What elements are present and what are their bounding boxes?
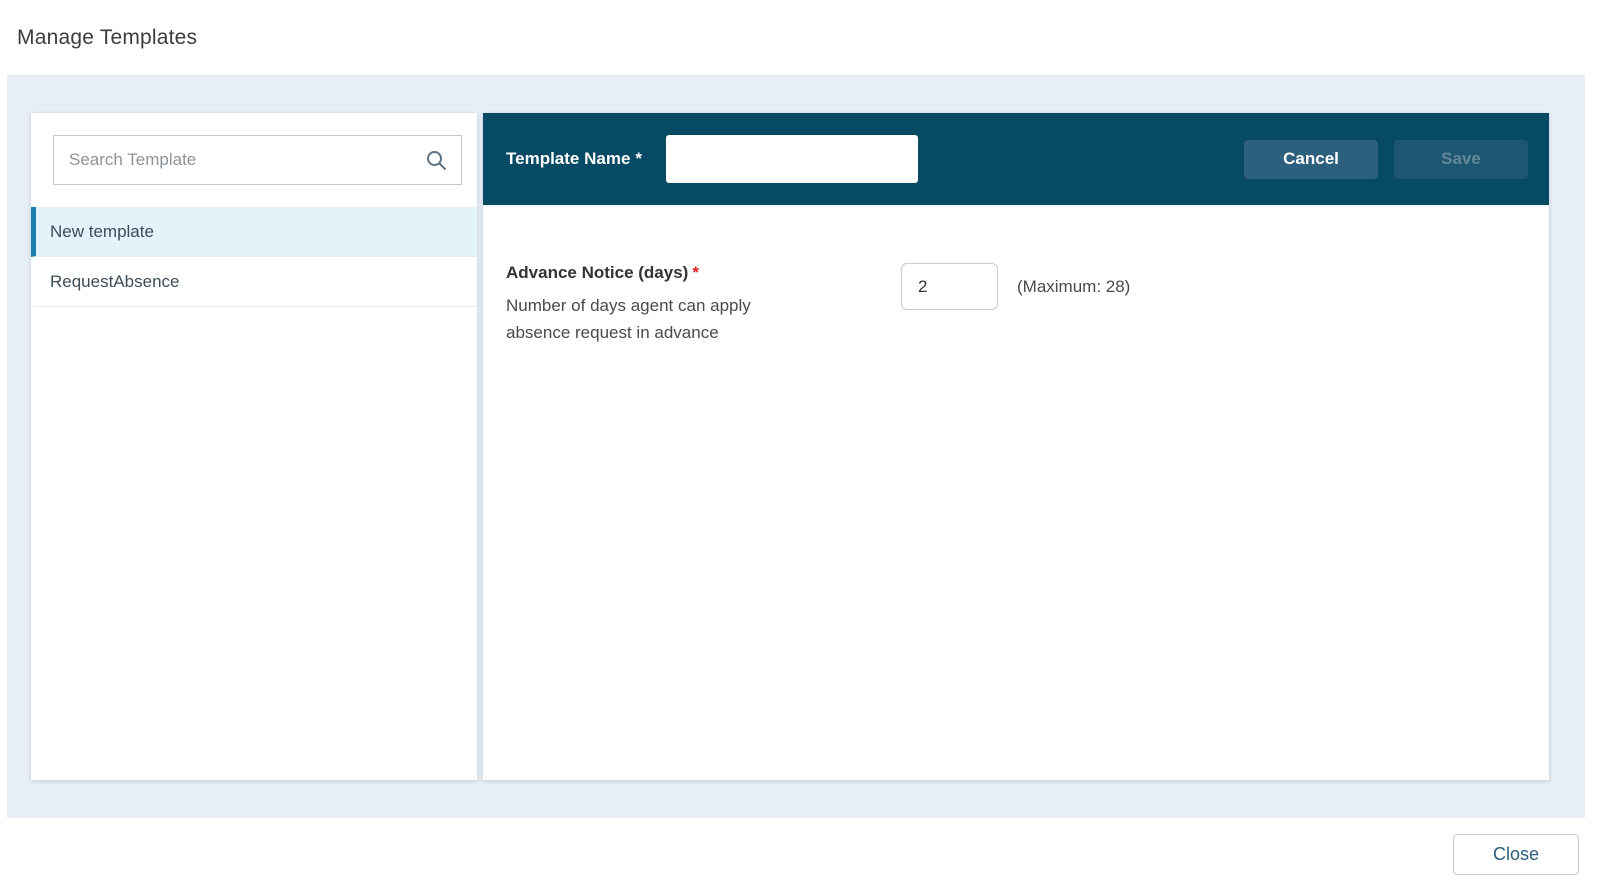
advance-notice-field: Advance Notice (days)* Number of days ag… xyxy=(506,263,1526,346)
search-icon[interactable] xyxy=(424,148,448,172)
manage-templates-panel: New template RequestAbsence Template Nam… xyxy=(7,75,1585,818)
template-item-label: RequestAbsence xyxy=(50,272,179,292)
search-template-input[interactable] xyxy=(69,150,416,170)
search-area xyxy=(31,113,477,207)
advance-notice-text: Advance Notice (days)* Number of days ag… xyxy=(506,263,901,346)
required-marker: * xyxy=(692,263,699,282)
page-title: Manage Templates xyxy=(17,26,197,50)
template-item-label: New template xyxy=(50,222,154,242)
template-list-item-new-template[interactable]: New template xyxy=(31,207,477,257)
template-list-sidebar: New template RequestAbsence xyxy=(31,113,477,780)
cancel-button[interactable]: Cancel xyxy=(1244,140,1378,179)
editor-body: Advance Notice (days)* Number of days ag… xyxy=(483,205,1549,346)
search-template-box[interactable] xyxy=(53,135,462,185)
close-button[interactable]: Close xyxy=(1453,834,1579,875)
advance-notice-label: Advance Notice (days)* xyxy=(506,263,901,283)
save-button[interactable]: Save xyxy=(1394,140,1528,179)
template-editor: Template Name* Cancel Save Advance Notic… xyxy=(483,113,1549,780)
required-marker: * xyxy=(635,149,642,168)
advance-notice-input[interactable] xyxy=(901,263,998,310)
editor-header: Template Name* Cancel Save xyxy=(483,113,1549,205)
template-list: New template RequestAbsence xyxy=(31,207,477,307)
advance-notice-max-hint: (Maximum: 28) xyxy=(1017,277,1130,297)
template-name-label: Template Name* xyxy=(506,149,642,169)
template-name-input[interactable] xyxy=(666,135,918,183)
advance-notice-description: Number of days agent can apply absence r… xyxy=(506,292,806,346)
advance-notice-input-group: (Maximum: 28) xyxy=(901,263,1130,310)
template-list-item-requestabsence[interactable]: RequestAbsence xyxy=(31,257,477,307)
